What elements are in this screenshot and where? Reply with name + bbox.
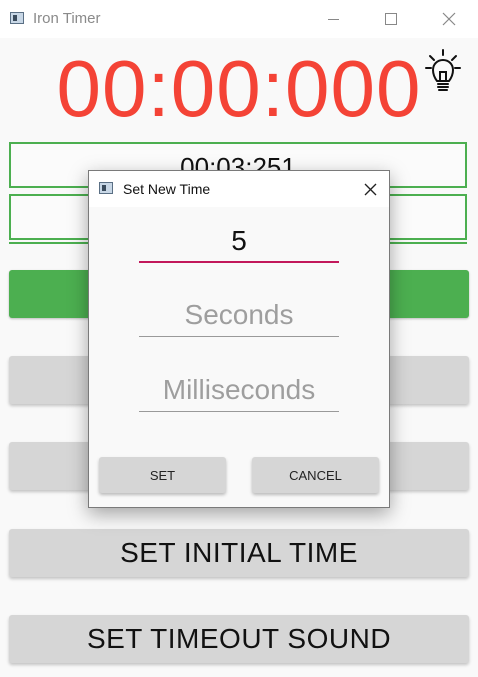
set-new-time-dialog: Set New Time 5 Seconds Milliseconds SET …	[88, 170, 390, 508]
seconds-input[interactable]: Seconds	[139, 293, 339, 337]
minimize-icon	[327, 18, 339, 20]
lightbulb-icon	[425, 49, 461, 91]
close-icon	[442, 12, 456, 26]
set-timeout-sound-button[interactable]: SET TIMEOUT SOUND	[9, 615, 469, 663]
maximize-button[interactable]	[362, 0, 420, 38]
title-bar: Iron Timer	[0, 0, 478, 38]
cancel-button[interactable]: CANCEL	[252, 457, 379, 493]
app-icon	[10, 12, 24, 24]
dialog-app-icon	[99, 182, 113, 194]
milliseconds-input[interactable]: Milliseconds	[139, 368, 339, 412]
dialog-title-bar: Set New Time	[89, 171, 389, 207]
minutes-input[interactable]: 5	[139, 219, 339, 263]
lightbulb-button[interactable]	[425, 48, 461, 96]
dialog-title: Set New Time	[123, 181, 211, 197]
set-initial-time-button[interactable]: SET INITIAL TIME	[9, 529, 469, 577]
dialog-close-button[interactable]	[355, 175, 385, 203]
close-button[interactable]	[420, 0, 478, 38]
close-icon	[364, 183, 376, 195]
window-title: Iron Timer	[33, 10, 101, 27]
set-button[interactable]: SET	[99, 457, 226, 493]
minimize-button[interactable]	[304, 0, 362, 38]
maximize-icon	[385, 13, 397, 25]
timer-display: 00:00:000	[56, 44, 422, 133]
